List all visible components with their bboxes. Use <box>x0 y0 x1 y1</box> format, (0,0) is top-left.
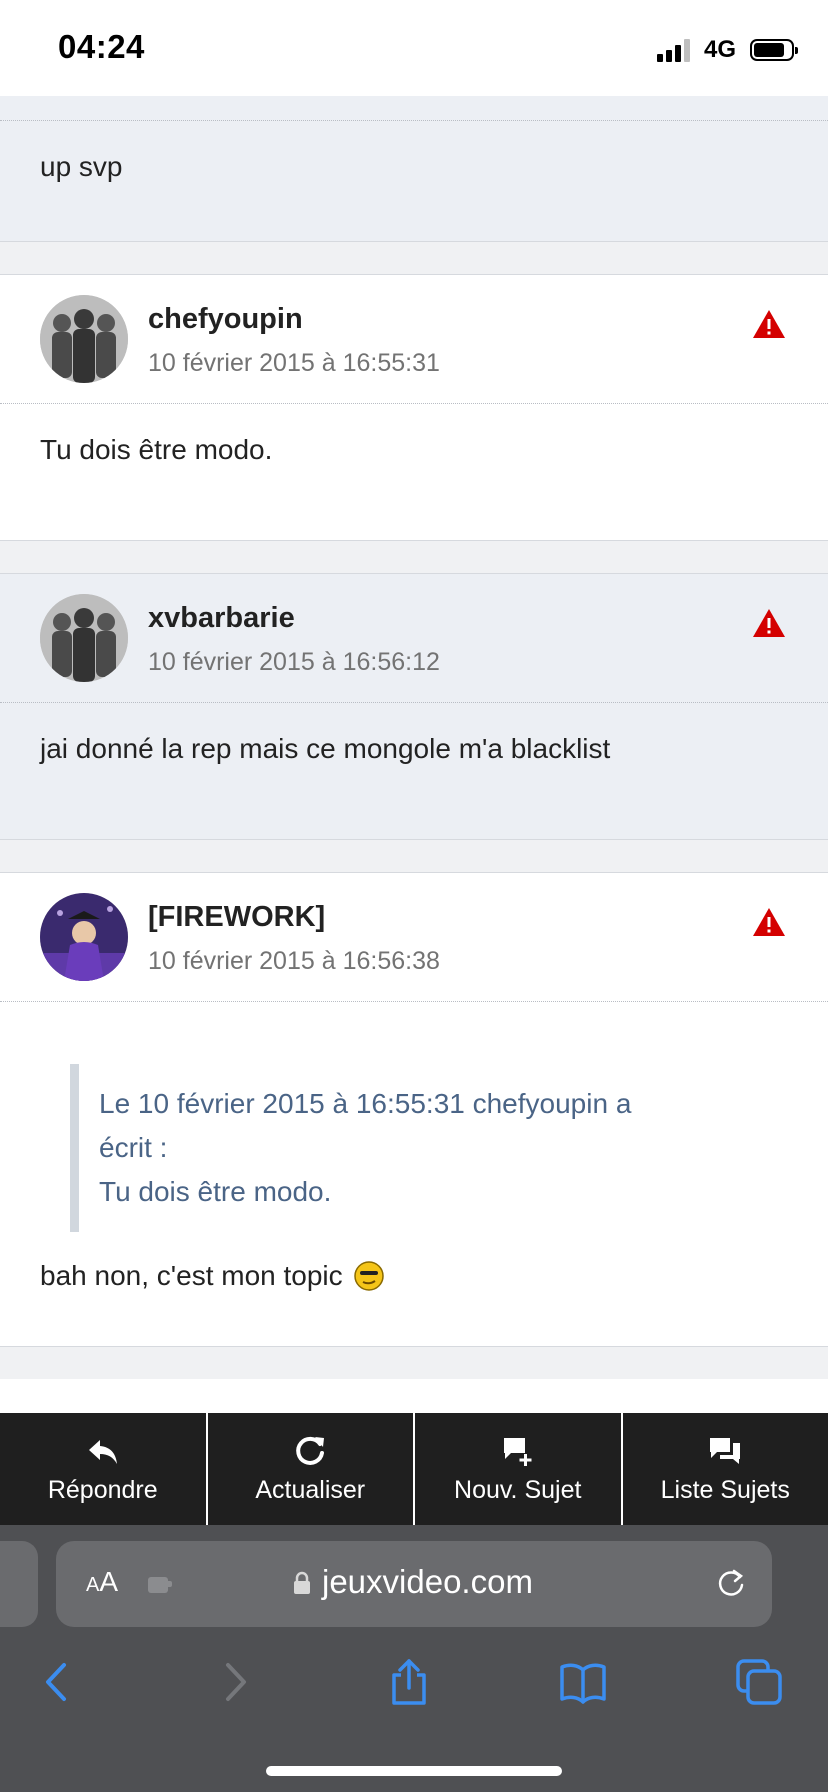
message-feed[interactable]: up svp chefyoupin 10 février 2015 à 16:5… <box>0 96 828 1414</box>
warning-icon[interactable] <box>752 907 786 937</box>
battery-icon <box>750 39 798 61</box>
post: [FIREWORK] 10 février 2015 à 16:56:38 Le… <box>0 872 828 1347</box>
author-name[interactable]: [FIREWORK] <box>148 901 325 934</box>
url-text[interactable]: jeuxvideo.com <box>322 1563 533 1601</box>
reply-label: Répondre <box>47 1475 158 1504</box>
lock-icon <box>294 1571 310 1594</box>
reply-button[interactable]: Répondre <box>0 1413 208 1525</box>
post-content: Le 10 février 2015 à 16:55:31 chefyoupin… <box>0 1002 828 1346</box>
browser-chrome: AA jeuxvideo.com <box>0 1525 828 1792</box>
post-header: chefyoupin 10 février 2015 à 16:55:31 <box>0 275 828 404</box>
refresh-label: Actualiser <box>255 1475 366 1504</box>
topic-list-label: Liste Sujets <box>660 1475 790 1504</box>
warning-icon[interactable] <box>752 309 786 339</box>
author-name[interactable]: chefyoupin <box>148 303 303 336</box>
refresh-button[interactable]: Actualiser <box>208 1413 415 1525</box>
signal-icon <box>656 38 690 62</box>
post-date[interactable]: 10 février 2015 à 16:56:38 <box>148 947 440 976</box>
bookmarks-icon[interactable] <box>558 1657 608 1707</box>
post: chefyoupin 10 février 2015 à 16:55:31 Tu… <box>0 274 828 541</box>
avatar[interactable] <box>40 594 128 682</box>
back-icon[interactable] <box>32 1657 82 1707</box>
quote-line: Le 10 février 2015 à 16:55:31 chefyoupin… <box>99 1088 632 1119</box>
tabs-icon[interactable] <box>734 1657 784 1707</box>
post-header: [FIREWORK] 10 février 2015 à 16:56:38 <box>0 873 828 1002</box>
reload-icon[interactable] <box>714 1566 748 1600</box>
quote-line: Tu dois être modo. <box>99 1176 332 1207</box>
post-body: jai donné la rep mais ce mongole m'a bla… <box>40 733 611 764</box>
post-body: Tu dois être modo. <box>40 434 273 465</box>
network-type: 4G <box>703 36 736 63</box>
post-separator <box>0 840 828 872</box>
previous-tab-preview[interactable] <box>0 1541 38 1627</box>
post-separator <box>0 242 828 274</box>
post: xvbarbarie 10 février 2015 à 16:56:12 ja… <box>0 573 828 840</box>
warning-icon[interactable] <box>752 608 786 638</box>
post-body: up svp <box>40 151 123 182</box>
browser-toolbar <box>0 1657 828 1727</box>
forum-action-bar: Répondre Actualiser Nouv. Sujet Liste Su… <box>0 1413 828 1525</box>
post-body: bah non, c'est mon topic <box>40 1260 343 1291</box>
post-separator <box>0 541 828 573</box>
status-bar: 04:24 4G <box>0 0 828 96</box>
post-date[interactable]: 10 février 2015 à 16:55:31 <box>148 349 440 378</box>
address-bar[interactable]: AA jeuxvideo.com <box>56 1541 772 1627</box>
reply-icon <box>88 1439 117 1464</box>
status-indicators: 4G <box>656 36 798 64</box>
topic-list-button[interactable]: Liste Sujets <box>623 1413 828 1525</box>
quote-line: écrit : <box>99 1132 168 1163</box>
avatar[interactable] <box>40 893 128 981</box>
post-separator <box>0 1347 828 1379</box>
smiley-icon <box>353 1261 384 1291</box>
page-settings-button[interactable]: AA <box>86 1566 118 1598</box>
extension-icon[interactable] <box>146 1573 174 1595</box>
new-topic-label: Nouv. Sujet <box>454 1475 582 1504</box>
home-indicator[interactable] <box>266 1766 562 1776</box>
quote-block: Le 10 février 2015 à 16:55:31 chefyoupin… <box>70 1064 788 1232</box>
forward-icon[interactable] <box>210 1657 260 1707</box>
new-topic-button[interactable]: Nouv. Sujet <box>415 1413 623 1525</box>
status-time: 04:24 <box>58 28 145 65</box>
post-date[interactable]: 10 février 2015 à 16:56:12 <box>148 648 440 677</box>
refresh-icon <box>296 1436 325 1465</box>
avatar[interactable] <box>40 295 128 383</box>
post-header: xvbarbarie 10 février 2015 à 16:56:12 <box>0 574 828 703</box>
author-name[interactable]: xvbarbarie <box>148 602 295 635</box>
topic-list-icon <box>710 1437 741 1464</box>
share-icon[interactable] <box>384 1657 434 1707</box>
new-topic-icon <box>503 1437 532 1466</box>
post-partial: up svp <box>0 96 828 242</box>
